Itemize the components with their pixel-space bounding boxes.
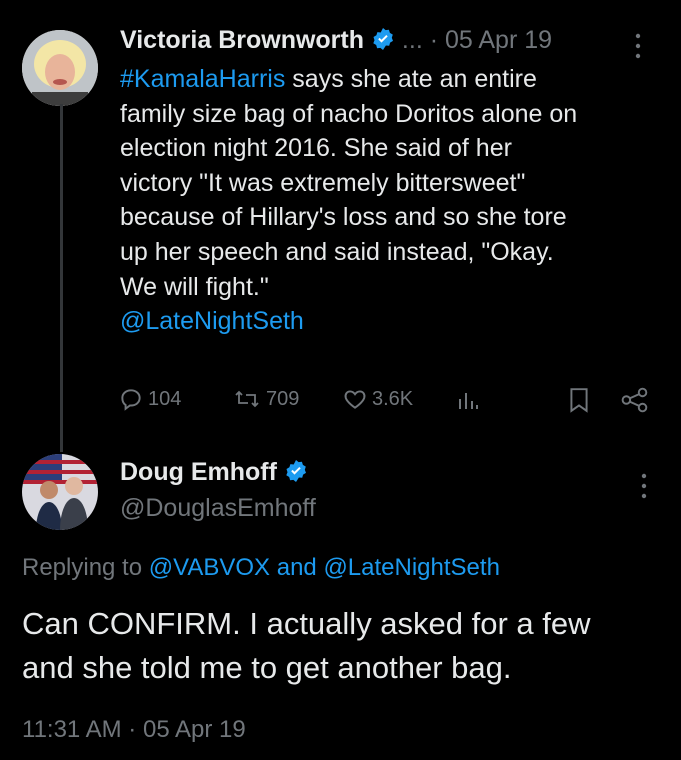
like-count: 3.6K — [372, 387, 414, 410]
tweet-text-line: says she ate an entire — [285, 65, 537, 93]
more-icon[interactable] — [632, 32, 644, 65]
views-icon[interactable] — [455, 389, 481, 418]
author-name[interactable]: Doug Emhoff — [120, 458, 277, 486]
tweet-date[interactable]: 05 Apr 19 — [143, 716, 246, 743]
verified-icon — [284, 459, 308, 483]
tweet2-header: Doug Emhoff — [120, 458, 308, 487]
tweet-date[interactable]: 05 Apr 19 — [445, 26, 552, 54]
reply-button[interactable]: 104 — [118, 386, 181, 412]
replying-to-line: Replying to @VABVOX and @LateNightSeth — [22, 554, 500, 582]
author-avatar-victoria[interactable] — [22, 30, 98, 106]
mention-link[interactable]: @LateNightSeth — [120, 304, 670, 339]
replying-user-link[interactable]: @VABVOX — [149, 554, 270, 581]
verified-icon — [371, 27, 395, 51]
replying-user-link[interactable]: @LateNightSeth — [323, 554, 499, 581]
tweet1-text: #KamalaHarris says she ate an entire fam… — [120, 62, 670, 339]
retweet-button[interactable]: 709 — [232, 386, 299, 412]
separator-dot: · — [429, 26, 439, 54]
tweet-text-line: Can CONFIRM. I actually asked for a few — [22, 606, 591, 641]
tweet-time[interactable]: 11:31 AM — [22, 716, 122, 743]
like-button[interactable]: 3.6K — [342, 386, 413, 412]
like-icon — [344, 390, 366, 409]
reply-count: 104 — [148, 387, 182, 410]
tweet-text-line: because of Hillary's loss and so she tor… — [120, 203, 567, 232]
tweet-text-line: victory "It was extremely bittersweet" — [120, 168, 526, 197]
reply-icon — [121, 389, 141, 411]
retweet-count: 709 — [266, 387, 300, 410]
bookmark-icon[interactable] — [568, 387, 590, 418]
author-name[interactable]: Victoria Brownworth — [120, 26, 364, 54]
author-avatar-doug[interactable] — [22, 454, 98, 530]
tweet-text-line: up her speech and said instead, "Okay. — [120, 237, 554, 266]
author-handle[interactable]: @DouglasEmhoff — [120, 494, 316, 523]
tweet-text-line: family size bag of nacho Doritos alone o… — [120, 99, 578, 128]
separator-dot: · — [128, 716, 137, 743]
tweet1-header: Victoria Brownworth ... · 05 Apr 19 — [120, 26, 552, 55]
hashtag-link[interactable]: #KamalaHarris — [120, 65, 285, 93]
replying-prefix: Replying to — [22, 554, 149, 581]
tweet-text-line: election night 2016. She said of her — [120, 134, 512, 163]
share-icon[interactable] — [621, 387, 649, 418]
truncated-handle: ... — [401, 26, 423, 54]
avatar-photo-image — [22, 454, 98, 530]
thread-connector-line — [60, 104, 63, 452]
avatar-portrait-image — [22, 30, 98, 106]
tweet-text-line: and she told me to get another bag. — [22, 650, 512, 685]
retweet-icon — [235, 390, 259, 408]
timestamp-row: 11:31 AM · 05 Apr 19 — [22, 716, 246, 744]
more-icon[interactable] — [638, 472, 650, 505]
replying-and: and — [270, 554, 324, 581]
tweet-text-line: We will fight." — [120, 272, 269, 301]
tweet2-text: Can CONFIRM. I actually asked for a few … — [22, 602, 672, 690]
